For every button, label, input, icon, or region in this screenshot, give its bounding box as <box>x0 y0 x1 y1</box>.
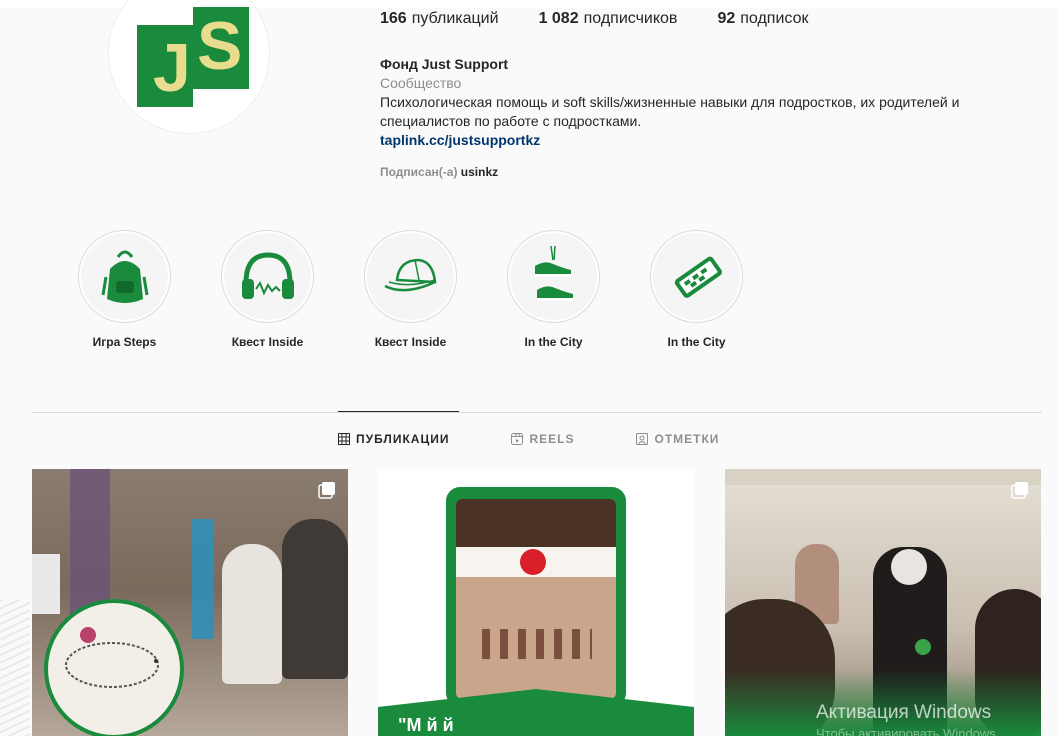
profile-tabs: ПУБЛИКАЦИИ REELS ОТМЕТКИ <box>338 432 719 446</box>
tab-posts[interactable]: ПУБЛИКАЦИИ <box>338 432 449 446</box>
highlight-cover <box>364 230 457 323</box>
highlight-label: Квест Inside <box>374 335 447 349</box>
headphones-icon <box>241 251 294 299</box>
followers-count: 1 082 <box>538 10 579 27</box>
profile-category: Сообщество <box>380 75 462 91</box>
svg-text:S: S <box>197 8 242 84</box>
highlight-cover <box>507 230 600 323</box>
profile-name: Фонд Just Support <box>380 56 509 72</box>
followed-by[interactable]: Подписан(-а) usinkz <box>380 165 498 179</box>
profile-avatar[interactable]: J S <box>108 0 270 134</box>
story-highlights: Игра Steps Квест Inside Квест Inside In … <box>78 230 743 349</box>
carousel-icon <box>318 482 335 499</box>
backpack-icon <box>101 250 148 303</box>
flag <box>192 519 214 639</box>
person <box>222 544 282 684</box>
sneakers-icon <box>534 245 573 301</box>
followed-by-user: usinkz <box>460 165 499 179</box>
grid-icon <box>338 433 350 445</box>
js-logo: J S <box>137 7 249 107</box>
followers-stat[interactable]: 1 082 подписчиков <box>539 10 678 28</box>
hedgehog-drawing <box>44 599 184 736</box>
ball <box>915 639 931 655</box>
highlight-item[interactable]: Игра Steps <box>78 230 171 349</box>
tab-posts-label: ПУБЛИКАЦИИ <box>356 432 450 446</box>
post-thumbnail[interactable] <box>32 469 348 736</box>
portrait <box>456 499 616 699</box>
highlight-cover <box>78 230 171 323</box>
highlight-item[interactable]: Квест Inside <box>221 230 314 349</box>
carousel-icon <box>1011 482 1028 499</box>
following-stat[interactable]: 92 подписок <box>717 10 808 28</box>
highlight-label: Игра Steps <box>92 335 157 349</box>
background-decoration <box>0 600 30 736</box>
posts-label: публикаций <box>411 10 499 27</box>
active-tab-indicator <box>338 411 459 412</box>
followed-by-label: Подписан(-а) <box>380 165 458 179</box>
posts-count: 166 <box>380 10 407 27</box>
following-label: подписок <box>740 10 809 27</box>
highlight-label: In the City <box>667 335 726 349</box>
tab-tagged-label: ОТМЕТКИ <box>654 432 720 446</box>
profile-bio: Фонд Just Support Сообщество Психологиче… <box>380 55 1040 150</box>
profile-stats: 166 публикаций 1 082 подписчиков 92 подписо… <box>380 10 808 28</box>
hedgehog-icon <box>65 627 159 688</box>
person <box>282 519 348 679</box>
highlight-item[interactable]: In the City <box>507 230 600 349</box>
profile-description: Психологическая помощь и soft skills/жиз… <box>380 94 960 129</box>
windows-activation-subtext: Чтобы активировать Windows <box>816 726 996 736</box>
svg-text:J: J <box>153 30 191 106</box>
tab-reels[interactable]: REELS <box>511 432 574 446</box>
reels-icon <box>511 433 524 445</box>
post-caption: "М й й <box>398 715 454 735</box>
cap-icon <box>383 258 436 291</box>
profile-link[interactable]: taplink.cc/justsupportkz <box>380 131 1040 150</box>
highlight-cover <box>650 230 743 323</box>
tab-tagged[interactable]: ОТМЕТКИ <box>636 432 719 446</box>
tab-reels-label: REELS <box>529 432 575 446</box>
highlight-item[interactable]: In the City <box>650 230 743 349</box>
post-thumbnail[interactable] <box>725 469 1041 736</box>
highlight-cover <box>221 230 314 323</box>
highlight-label: In the City <box>524 335 583 349</box>
tabs-divider <box>32 412 1042 413</box>
tagged-icon <box>636 433 649 445</box>
phone-icon <box>674 256 722 298</box>
highlight-item[interactable]: Квест Inside <box>364 230 457 349</box>
posts-stat: 166 публикаций <box>380 10 499 28</box>
face <box>891 549 927 585</box>
window-frame <box>725 469 1041 485</box>
following-count: 92 <box>717 10 736 27</box>
highlight-label: Квест Inside <box>231 335 304 349</box>
followers-label: подписчиков <box>583 10 678 27</box>
windows-activation-watermark: Активация Windows <box>816 702 992 723</box>
post-thumbnail[interactable]: "М й й <box>378 469 694 736</box>
